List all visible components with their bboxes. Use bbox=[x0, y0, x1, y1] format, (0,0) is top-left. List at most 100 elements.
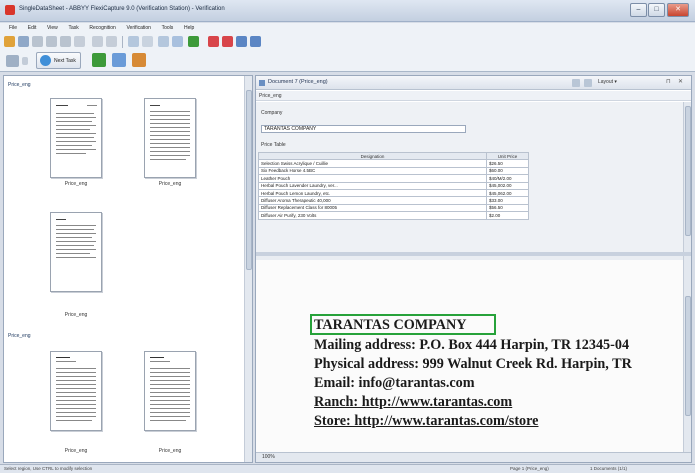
reject-icon[interactable] bbox=[208, 36, 219, 47]
table-row[interactable]: Diffuser Aroma Therapeutic 40,000 $33.00 bbox=[258, 196, 529, 205]
column-header[interactable]: Unit Price bbox=[486, 151, 529, 161]
company-label: Company bbox=[261, 110, 283, 116]
task-list-icon[interactable] bbox=[6, 55, 19, 67]
table-cell[interactable]: $40/M/2.00 bbox=[486, 174, 529, 183]
price-table-label: Price Table bbox=[261, 142, 286, 148]
delete-icon[interactable] bbox=[74, 36, 85, 47]
thumbnail-scrollbar[interactable] bbox=[244, 76, 252, 462]
table-row[interactable]: Six Feedback Horse 4.5BC $60.00 bbox=[258, 166, 529, 176]
copy-icon[interactable] bbox=[46, 36, 57, 47]
thumbnail-label: Price_eng bbox=[64, 181, 88, 187]
menu-file[interactable]: File bbox=[9, 23, 17, 34]
ruler bbox=[256, 256, 683, 260]
scrollbar-thumb[interactable] bbox=[246, 90, 252, 270]
table-cell[interactable]: Herbal Pouch Lemon Laundry, etc. bbox=[258, 188, 487, 198]
batch-icon[interactable] bbox=[112, 53, 126, 67]
table-cell[interactable]: $45,062.00 bbox=[486, 188, 529, 198]
cut-icon[interactable] bbox=[32, 36, 43, 47]
table-cell[interactable]: Diffuser Replacement Class for 80005 bbox=[258, 203, 487, 213]
table-row[interactable]: Herbal Pouch Lemon Laundry, etc. $45,062.… bbox=[258, 188, 529, 198]
table-row[interactable]: Herbal Pouch Lavender Laundry, ver... $45… bbox=[258, 181, 529, 190]
status-text: Select region, Use CTRL to modify select… bbox=[4, 466, 93, 471]
table-cell[interactable]: $26.50 bbox=[486, 159, 529, 168]
minimize-button[interactable]: – bbox=[630, 3, 647, 17]
view-thumbnails-icon[interactable] bbox=[128, 36, 139, 47]
menu-recognition[interactable]: Recognition bbox=[89, 23, 115, 34]
group-header[interactable]: Price_eng bbox=[8, 333, 31, 339]
thumbnail-label: Price_eng bbox=[158, 448, 182, 454]
menu-task[interactable]: Task bbox=[68, 23, 78, 34]
menu-tools[interactable]: Tools bbox=[162, 23, 174, 34]
app-window: SingleDataSheet - ABBYY FlexiCapture 9.0… bbox=[0, 0, 695, 473]
menu-help[interactable]: Help bbox=[184, 23, 194, 34]
page-thumbnail[interactable] bbox=[144, 351, 196, 431]
table-row[interactable]: Leather Pouch $40/M/2.00 bbox=[258, 174, 529, 183]
table-row[interactable]: Selection Swiss Acrylique / Cuillie $26.5… bbox=[258, 159, 529, 168]
menu-edit[interactable]: Edit bbox=[28, 23, 37, 34]
open-icon[interactable] bbox=[4, 36, 15, 47]
table-cell[interactable]: $33.00 bbox=[486, 196, 529, 205]
main-toolbar bbox=[0, 34, 695, 50]
table-cell[interactable]: Leather Pouch bbox=[258, 174, 487, 183]
page-thumbnail[interactable] bbox=[50, 351, 102, 431]
scan-line: Ranch: http://www.tarantas.com bbox=[314, 394, 513, 410]
table-cell[interactable]: $60.00 bbox=[486, 166, 529, 176]
form-area: Company TARANTAS COMPANY Price Table Des… bbox=[256, 102, 683, 252]
redo-icon[interactable] bbox=[106, 36, 117, 47]
page-thumbnail[interactable] bbox=[50, 98, 102, 178]
layout-icon[interactable] bbox=[172, 36, 183, 47]
table-row[interactable]: Diffuser Replacement Class for 80005 $56.… bbox=[258, 203, 529, 213]
paste-icon[interactable] bbox=[60, 36, 71, 47]
column-header[interactable]: Designation bbox=[258, 151, 487, 161]
layout-dropdown[interactable]: Layout ▾ bbox=[598, 79, 617, 85]
image-statusbar: 100% bbox=[256, 452, 691, 462]
scan-line: TARANTAS COMPANY bbox=[314, 317, 467, 333]
table-cell[interactable]: Herbal Pouch Lavender Laundry, ver... bbox=[258, 181, 487, 190]
next-task-button[interactable]: Next Task bbox=[36, 52, 81, 69]
send-icon[interactable] bbox=[132, 53, 146, 67]
scan-line: Mailing address: P.O. Box 444 Harpin, TR… bbox=[314, 337, 630, 353]
menu-verification[interactable]: Verification bbox=[126, 23, 150, 34]
page-thumbnail[interactable] bbox=[50, 212, 102, 292]
table-cell[interactable]: Selection Swiss Acrylique / Cuillie bbox=[258, 159, 487, 168]
image-scrollbar[interactable] bbox=[683, 256, 691, 452]
table-cell[interactable]: $45,002.00 bbox=[486, 181, 529, 190]
maximize-button[interactable]: □ bbox=[648, 3, 665, 17]
zoom-out-icon[interactable] bbox=[584, 79, 592, 87]
zoom-level[interactable]: 100% bbox=[262, 454, 275, 460]
table-cell[interactable]: $2.00 bbox=[486, 211, 529, 220]
table-cell[interactable]: Diffuser Aroma Therapeutic 40,000 bbox=[258, 196, 487, 205]
menu-view[interactable]: View bbox=[47, 23, 58, 34]
table-row[interactable]: Diffuser Air Purify, 230 Volts $2.00 bbox=[258, 211, 529, 220]
scan-line: Email: info@tarantas.com bbox=[314, 375, 475, 391]
company-field[interactable]: TARANTAS COMPANY bbox=[261, 125, 466, 133]
section-title: Price_eng bbox=[259, 93, 282, 99]
next-page-icon[interactable] bbox=[250, 36, 261, 47]
reject-all-icon[interactable] bbox=[222, 36, 233, 47]
form-scrollbar[interactable] bbox=[683, 102, 691, 252]
view-list-icon[interactable] bbox=[142, 36, 153, 47]
group-header[interactable]: Price_eng bbox=[8, 82, 31, 88]
scrollbar-thumb[interactable] bbox=[685, 106, 691, 236]
zoom-in-icon[interactable] bbox=[572, 79, 580, 87]
export-icon[interactable] bbox=[188, 36, 199, 47]
previous-page-icon[interactable] bbox=[236, 36, 247, 47]
close-icon[interactable]: ✕ bbox=[678, 78, 683, 85]
verify-icon[interactable] bbox=[92, 53, 106, 67]
image-viewer[interactable]: TARANTAS COMPANY Mailing address: P.O. B… bbox=[256, 256, 683, 452]
table-cell[interactable]: $56.50 bbox=[486, 203, 529, 213]
chevron-down-icon[interactable] bbox=[22, 57, 28, 65]
scrollbar-thumb[interactable] bbox=[685, 296, 691, 416]
zoom-icon[interactable] bbox=[158, 36, 169, 47]
table-cell[interactable]: Six Feedback Horse 4.5BC bbox=[258, 166, 487, 176]
table-cell[interactable]: Diffuser Air Purify, 230 Volts bbox=[258, 211, 487, 220]
save-icon[interactable] bbox=[18, 36, 29, 47]
page-info: Page 1 (Price_eng) bbox=[510, 466, 549, 471]
close-button[interactable]: ✕ bbox=[667, 3, 689, 17]
undo-icon[interactable] bbox=[92, 36, 103, 47]
pin-icon[interactable]: ⊓ bbox=[666, 78, 671, 85]
page-thumbnail[interactable] bbox=[144, 98, 196, 178]
title-bar: SingleDataSheet - ABBYY FlexiCapture 9.0… bbox=[0, 0, 695, 22]
document-header: Document 7 (Price_eng) Layout ▾ ⊓ ✕ bbox=[256, 76, 691, 90]
document-count: 1 Documents (1/1) bbox=[590, 466, 628, 471]
